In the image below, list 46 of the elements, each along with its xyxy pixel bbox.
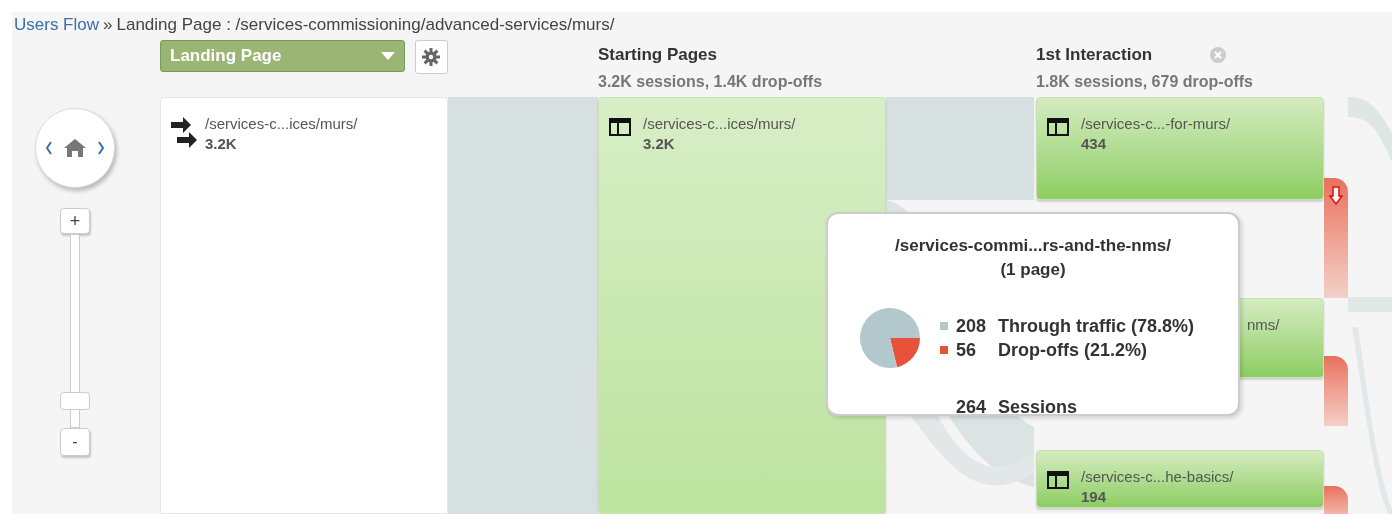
flow-node[interactable]: /services-c...-for-murs/ 434 [1036, 97, 1324, 200]
node-label: /services-c...-for-murs/ [1081, 114, 1231, 134]
page-icon [1047, 471, 1069, 489]
settings-button[interactable] [414, 40, 448, 74]
breadcrumb-separator: » [103, 14, 113, 37]
column-summary: 3.2K sessions, 1.4K drop-offs [598, 72, 824, 92]
zoom-in-button[interactable]: + [60, 208, 90, 234]
drop-off-bar[interactable] [1324, 178, 1348, 298]
node-label: /services-c...he-basics/ [1081, 467, 1234, 487]
node-count: 3.2K [205, 134, 238, 154]
legend-label: Drop-offs (21.2%) [998, 339, 1147, 362]
drop-off-bar[interactable] [1324, 356, 1348, 426]
node-count: 434 [1081, 134, 1108, 154]
arrows-icon [171, 116, 197, 150]
flow-node[interactable]: /services-c...he-basics/ 194 [1036, 450, 1324, 508]
flow-node[interactable]: /services-c...ices/murs/ 3.2K [598, 97, 886, 514]
close-icon[interactable] [1210, 47, 1226, 63]
node-count: 3.2K [643, 134, 676, 154]
caret-icon [380, 52, 395, 60]
breadcrumb-current: Landing Page : /services-commissioning/advanced-services/murs/ [116, 14, 615, 37]
legend-label: Through traffic (78.8%) [998, 315, 1194, 338]
down-arrow-icon [1329, 186, 1343, 206]
legend-value: 208 [956, 315, 988, 338]
pan-home-control[interactable] [35, 108, 115, 188]
total-label: Sessions [998, 396, 1078, 419]
zoom-slider-thumb[interactable] [60, 392, 90, 411]
node-label: /services-c...ices/murs/ [643, 114, 796, 134]
breadcrumb-link[interactable]: Users Flow [14, 12, 99, 38]
drop-off-bar[interactable] [1324, 486, 1348, 514]
column-title: 1st Interaction [1036, 44, 1154, 67]
node-count: 194 [1081, 487, 1108, 507]
page-icon [609, 118, 631, 136]
zoom-slider[interactable] [60, 234, 90, 428]
landing-node[interactable]: /services-c...ices/murs/ 3.2K [160, 97, 448, 514]
tooltip-subtitle: (1 page) [1000, 259, 1066, 281]
tooltip-title: /services-commi...rs-and-the-nms/ [895, 235, 1171, 257]
legend-value: 56 [956, 339, 978, 362]
column-title: Starting Pages [598, 44, 719, 67]
zoom-out-button[interactable]: - [60, 428, 90, 456]
column-summary: 1.8K sessions, 679 drop-offs [1036, 72, 1254, 92]
total-value: 264 [956, 396, 988, 419]
home-icon [44, 137, 106, 159]
page-icon [1047, 118, 1069, 136]
settings-icon [422, 48, 441, 66]
node-label: nms/ [1247, 315, 1280, 335]
node-label: /services-c...ices/murs/ [205, 114, 358, 134]
